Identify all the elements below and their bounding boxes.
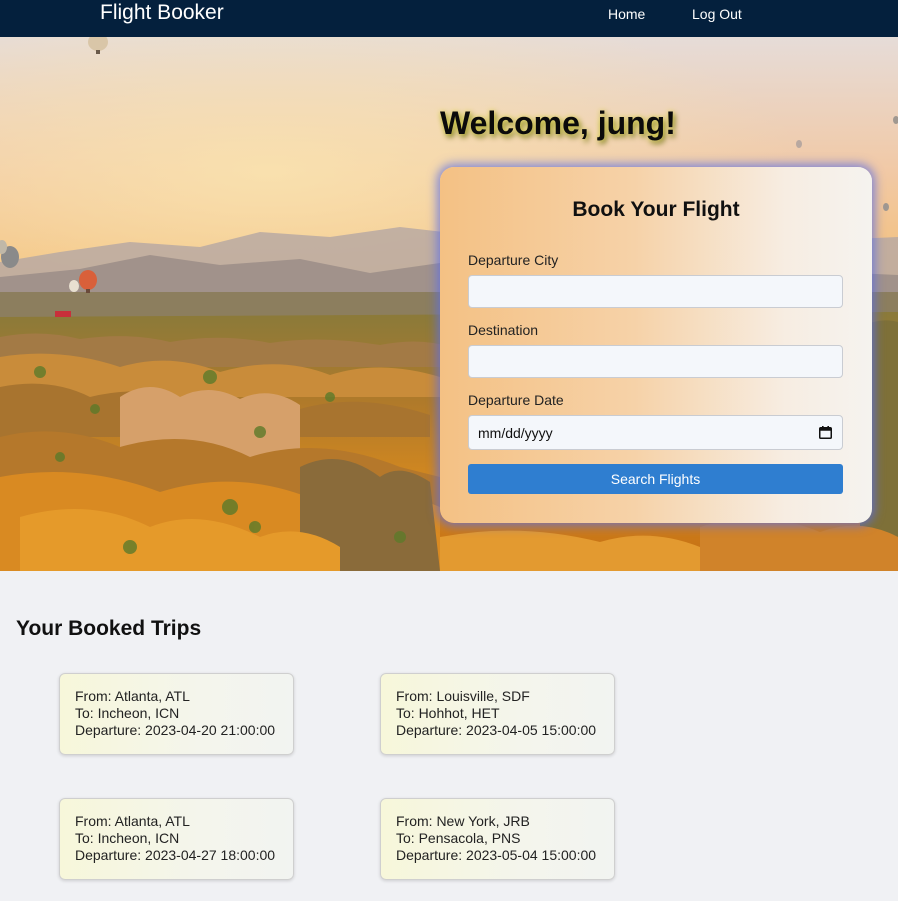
departure-date-label: Departure Date (468, 392, 564, 408)
trip-card[interactable]: From: Louisville, SDF To: Hohhot, HET De… (380, 673, 615, 755)
trip-to: To: Pensacola, PNS (396, 830, 521, 846)
search-flights-button[interactable]: Search Flights (468, 464, 843, 494)
trip-card[interactable]: From: New York, JRB To: Pensacola, PNS D… (380, 798, 615, 880)
trip-to: To: Incheon, ICN (75, 705, 180, 721)
booked-trips-heading: Your Booked Trips (16, 617, 202, 640)
trip-to: To: Incheon, ICN (75, 830, 180, 846)
trip-departure: Departure: 2023-04-20 21:00:00 (75, 722, 276, 738)
departure-city-label: Departure City (468, 252, 559, 268)
calendar-icon[interactable] (819, 426, 832, 439)
brand-title[interactable]: Flight Booker (100, 1, 224, 25)
departure-date-placeholder: mm/dd/yyyy (478, 425, 553, 441)
trip-departure: Departure: 2023-04-27 18:00:00 (75, 847, 276, 863)
trip-from: From: New York, JRB (396, 813, 530, 829)
welcome-heading: Welcome, jung! (440, 105, 676, 141)
booking-form-card: Book Your Flight Departure City Destinat… (440, 167, 872, 523)
trip-to: To: Hohhot, HET (396, 705, 500, 721)
trip-departure: Departure: 2023-05-04 15:00:00 (396, 847, 597, 863)
trip-card[interactable]: From: Atlanta, ATL To: Incheon, ICN Depa… (59, 798, 294, 880)
trip-card[interactable]: From: Atlanta, ATL To: Incheon, ICN Depa… (59, 673, 294, 755)
destination-input[interactable] (468, 345, 843, 378)
departure-city-input[interactable] (468, 275, 843, 308)
departure-date-input[interactable]: mm/dd/yyyy (468, 415, 843, 450)
booking-form-title: Book Your Flight (572, 198, 740, 221)
nav-home-link[interactable]: Home (608, 6, 645, 22)
trip-from: From: Atlanta, ATL (75, 688, 190, 704)
trip-departure: Departure: 2023-04-05 15:00:00 (396, 722, 597, 738)
navbar: Flight Booker Home Log Out (0, 0, 898, 37)
nav-logout-link[interactable]: Log Out (692, 6, 742, 22)
trip-from: From: Atlanta, ATL (75, 813, 190, 829)
trip-from: From: Louisville, SDF (396, 688, 530, 704)
destination-label: Destination (468, 322, 539, 338)
